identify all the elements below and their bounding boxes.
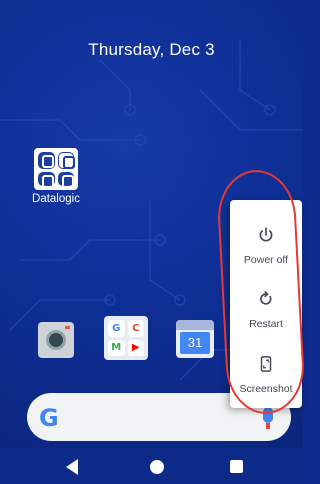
calendar-app-icon[interactable]: 31 [176, 320, 214, 358]
camera-lens-icon [46, 330, 66, 350]
home-date: Thursday, Dec 3 [88, 40, 215, 59]
datalogic-folder[interactable] [34, 148, 78, 190]
google-logo-icon: G [39, 404, 59, 432]
chrome-icon: C [127, 320, 144, 337]
calendar-day: 31 [180, 332, 210, 354]
app-icon-mini [38, 152, 55, 169]
youtube-icon: ▶ [127, 339, 144, 356]
back-icon[interactable] [66, 459, 78, 475]
annotation-highlight-ring [215, 168, 307, 416]
google-apps-folder[interactable]: G C M ▶ [104, 316, 148, 360]
maps-icon: M [108, 339, 125, 356]
folder-label: Datalogic [32, 193, 80, 205]
camera-app-icon[interactable] [38, 322, 74, 358]
navigation-bar [0, 448, 303, 484]
home-icon[interactable] [150, 460, 164, 474]
app-icon-mini [57, 152, 74, 169]
camera-flash [65, 326, 70, 329]
app-icon-mini [57, 171, 74, 187]
google-icon: G [108, 320, 125, 337]
app-icon-mini [38, 171, 55, 187]
calendar-header [176, 320, 214, 330]
recents-icon[interactable] [230, 460, 243, 473]
